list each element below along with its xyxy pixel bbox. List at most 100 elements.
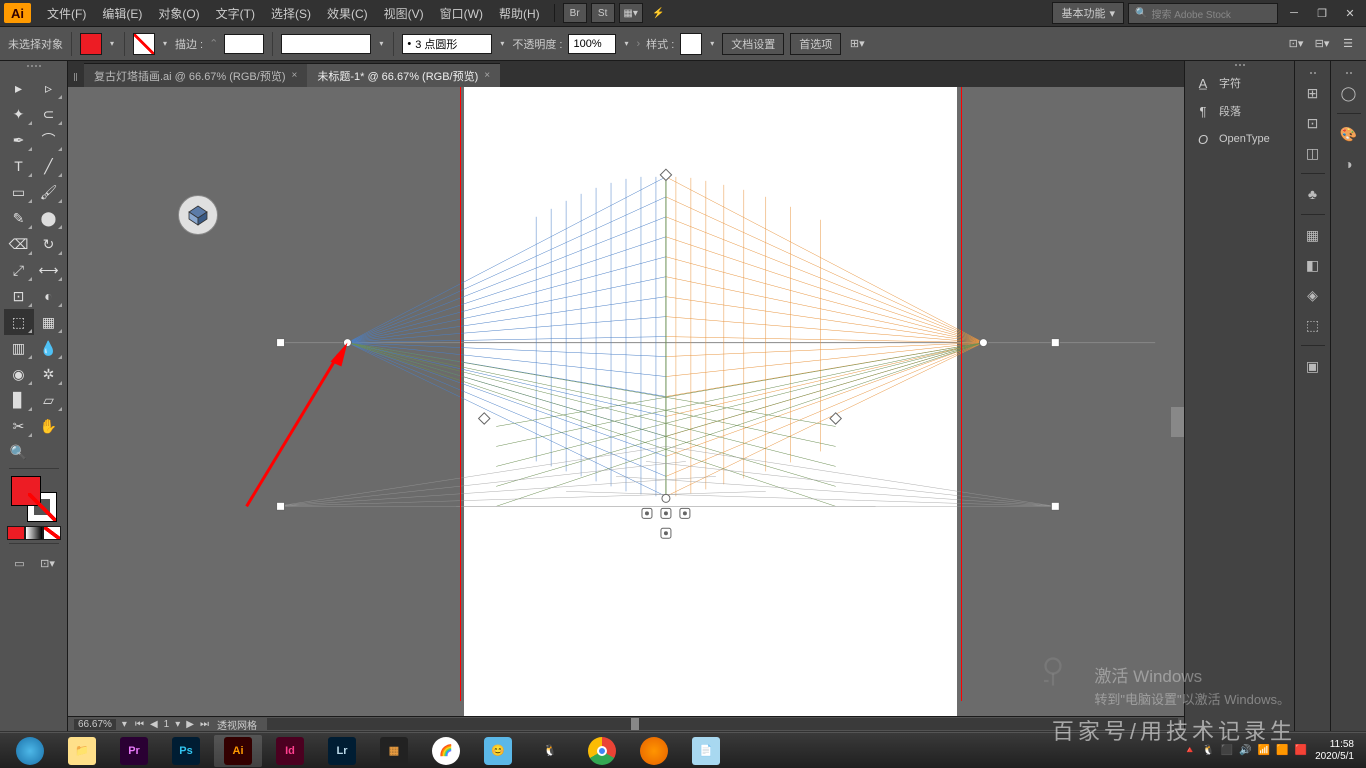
- taskbar-app-video[interactable]: ▦: [370, 735, 418, 767]
- tab-1[interactable]: 复古灯塔插画.ai @ 66.67% (RGB/预览)×: [84, 63, 307, 87]
- type-tool[interactable]: T: [4, 153, 34, 179]
- fill-dropdown[interactable]: [108, 33, 116, 55]
- graph-tool[interactable]: ▊: [4, 387, 34, 413]
- tray-icon[interactable]: 🟧: [1276, 745, 1288, 756]
- taskbar-app-indesign[interactable]: Id: [266, 735, 314, 767]
- rectangle-tool[interactable]: ▭: [4, 179, 34, 205]
- align-panel-icon[interactable]: ⊡: [1299, 109, 1327, 137]
- taskbar-app-qq[interactable]: 🐧: [526, 735, 574, 767]
- tray-icon[interactable]: ⬛: [1221, 745, 1233, 756]
- pencil-tool[interactable]: ✎: [4, 205, 34, 231]
- curvature-tool[interactable]: ⌒: [34, 127, 64, 153]
- workspace-switcher[interactable]: 基本功能▾: [1052, 2, 1124, 24]
- swatches-panel-icon[interactable]: ◧: [1299, 251, 1327, 279]
- tray-icon[interactable]: 🔺: [1184, 745, 1196, 756]
- taskbar-app-lightroom[interactable]: Lr: [318, 735, 366, 767]
- magic-wand-tool[interactable]: ✦: [4, 101, 34, 127]
- transform-icon[interactable]: ⊡▾: [1286, 35, 1306, 53]
- rotate-tool[interactable]: ↻: [34, 231, 64, 257]
- stock-button[interactable]: St: [591, 3, 615, 23]
- opacity-dropdown[interactable]: [622, 33, 630, 55]
- menu-view[interactable]: 视图(V): [376, 0, 432, 27]
- color-mode-solid[interactable]: [7, 526, 25, 540]
- vertical-scrollbar-thumb[interactable]: [1171, 407, 1184, 437]
- shape-builder-tool[interactable]: ◐: [34, 283, 64, 309]
- taskbar-app-premiere[interactable]: Pr: [110, 735, 158, 767]
- lasso-tool[interactable]: ⊂: [34, 101, 64, 127]
- color-panel-icon[interactable]: 🎨: [1335, 120, 1363, 148]
- preferences-button[interactable]: 首选项: [790, 33, 841, 55]
- restore-button[interactable]: ❐: [1310, 3, 1334, 23]
- fill-swatch[interactable]: [80, 33, 102, 55]
- gradient-tool[interactable]: ▥: [4, 335, 34, 361]
- artboard-nav[interactable]: ⏮◀1▾▶⏭: [133, 719, 211, 730]
- document-setup-button[interactable]: 文档设置: [722, 33, 784, 55]
- perspective-tool[interactable]: ⬚: [4, 309, 34, 335]
- style-dropdown[interactable]: [708, 33, 716, 55]
- mesh-tool[interactable]: ▦: [34, 309, 64, 335]
- opacity-input[interactable]: [568, 34, 616, 54]
- tab-2[interactable]: 未标题-1* @ 66.67% (RGB/预览)×: [307, 63, 500, 87]
- taskbar-clock[interactable]: 11:58 2020/5/1: [1315, 739, 1354, 763]
- blend-tool[interactable]: ◉: [4, 361, 34, 387]
- canvas[interactable]: [68, 87, 1184, 716]
- taskbar-app-chrome[interactable]: [578, 735, 626, 767]
- taskbar-app-reddit[interactable]: 😊: [474, 735, 522, 767]
- scale-tool[interactable]: ⤢: [4, 257, 34, 283]
- tray-icon[interactable]: 🐧: [1202, 745, 1214, 756]
- menu-object[interactable]: 对象(O): [150, 0, 207, 27]
- color-guide-panel-icon[interactable]: ◑: [1335, 150, 1363, 178]
- pen-tool[interactable]: ✒: [4, 127, 34, 153]
- gradient-panel-icon[interactable]: ⬚: [1299, 311, 1327, 339]
- menu-type[interactable]: 文字(T): [208, 0, 263, 27]
- eraser-tool[interactable]: ⌫: [4, 231, 34, 257]
- zoom-tool[interactable]: 🔍: [4, 439, 34, 465]
- symbols-panel-icon[interactable]: ▦: [1299, 221, 1327, 249]
- arrange-button[interactable]: ▦▾: [619, 3, 643, 23]
- line-tool[interactable]: ╱: [34, 153, 64, 179]
- fill-stroke-indicator[interactable]: [11, 476, 57, 522]
- chevron-down-icon[interactable]: ▾: [122, 719, 127, 730]
- tray-icon[interactable]: 🟥: [1295, 745, 1307, 756]
- perspective-plane-widget[interactable]: [178, 195, 218, 235]
- taskbar-app-notes[interactable]: 📄: [682, 735, 730, 767]
- width-tool[interactable]: ⟷: [34, 257, 64, 283]
- brushes-panel-icon[interactable]: ♣: [1299, 180, 1327, 208]
- panel-grip[interactable]: [1185, 61, 1294, 69]
- profile-input[interactable]: [281, 34, 371, 54]
- panel-grip[interactable]: [14, 65, 54, 71]
- slice-tool[interactable]: ✂: [4, 413, 34, 439]
- brush-select[interactable]: • 3 点圆形: [402, 34, 492, 54]
- panel-grip[interactable]: [1310, 69, 1316, 77]
- selection-tool[interactable]: ▸: [4, 75, 34, 101]
- properties-panel-icon[interactable]: ⊞: [1299, 79, 1327, 107]
- profile-dropdown[interactable]: [377, 33, 385, 55]
- menu-help[interactable]: 帮助(H): [491, 0, 548, 27]
- close-icon[interactable]: ×: [291, 70, 297, 81]
- panel-grip[interactable]: [1346, 69, 1352, 77]
- panel-opentype[interactable]: OOpenType: [1185, 125, 1294, 153]
- stroke-weight-input[interactable]: [224, 34, 264, 54]
- eyedropper-tool[interactable]: 💧: [34, 335, 64, 361]
- style-swatch[interactable]: [680, 33, 702, 55]
- align-icon[interactable]: ⊞▾: [847, 35, 867, 53]
- menu-window[interactable]: 窗口(W): [432, 0, 491, 27]
- minimize-button[interactable]: ─: [1282, 3, 1306, 23]
- isolate-icon[interactable]: ⊟▾: [1312, 35, 1332, 53]
- screen-mode[interactable]: ⊡▾: [34, 553, 62, 573]
- taskbar-app-cloud[interactable]: 🌈: [422, 735, 470, 767]
- horizontal-scrollbar[interactable]: [267, 718, 1178, 730]
- libraries-panel-icon[interactable]: ◯: [1335, 79, 1363, 107]
- stroke-swatch[interactable]: [133, 33, 155, 55]
- stroke-dropdown[interactable]: [161, 33, 169, 55]
- gpu-button[interactable]: ⚡: [647, 3, 671, 23]
- zoom-level[interactable]: 66.67%: [74, 719, 116, 730]
- taskbar-app-photoshop[interactable]: Ps: [162, 735, 210, 767]
- symbol-sprayer-tool[interactable]: ✲: [34, 361, 64, 387]
- panel-paragraph[interactable]: ¶段落: [1185, 97, 1294, 125]
- direct-selection-tool[interactable]: ▹: [34, 75, 64, 101]
- menu-file[interactable]: 文件(F): [39, 0, 94, 27]
- color-mode-none[interactable]: [43, 526, 61, 540]
- close-button[interactable]: ✕: [1338, 3, 1362, 23]
- menu-select[interactable]: 选择(S): [263, 0, 319, 27]
